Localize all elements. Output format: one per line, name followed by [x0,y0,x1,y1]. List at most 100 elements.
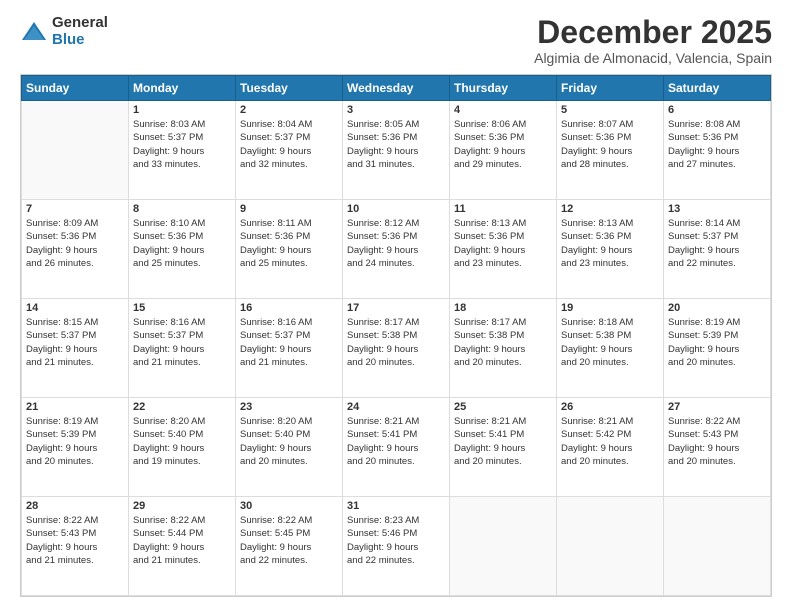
cell-info: Sunrise: 8:22 AM Sunset: 5:45 PM Dayligh… [240,514,338,567]
day-number: 18 [454,302,552,314]
calendar-cell: 5Sunrise: 8:07 AM Sunset: 5:36 PM Daylig… [557,101,664,200]
cell-info: Sunrise: 8:21 AM Sunset: 5:41 PM Dayligh… [347,415,445,468]
calendar-cell: 18 Sunrise: 8:17 AM Sunset: 5:38 PM Dayli… [450,299,557,398]
day-number: 11 [454,203,552,215]
calendar-cell: 27 Sunrise: 8:22 AM Sunset: 5:43 PM Dayli… [664,398,771,497]
calendar-cell: 25 Sunrise: 8:21 AM Sunset: 5:41 PM Dayli… [450,398,557,497]
calendar-header: SundayMondayTuesdayWednesdayThursdayFrid… [22,76,771,101]
cell-info: Sunrise: 8:04 AM Sunset: 5:37 PM Dayligh… [240,118,338,171]
day-header-friday: Friday [557,76,664,101]
calendar-cell: 16Sunrise: 8:16 AM Sunset: 5:37 PM Dayli… [236,299,343,398]
calendar-cell: 10Sunrise: 8:12 AM Sunset: 5:36 PM Dayli… [343,200,450,299]
cell-info: Sunrise: 8:06 AM Sunset: 5:36 PM Dayligh… [454,118,552,171]
calendar-cell: 3 Sunrise: 8:05 AM Sunset: 5:36 PM Daylig… [343,101,450,200]
day-number: 25 [454,401,552,413]
day-header-saturday: Saturday [664,76,771,101]
cell-info: Sunrise: 8:21 AM Sunset: 5:41 PM Dayligh… [454,415,552,468]
day-number: 12 [561,203,659,215]
calendar-cell: 15Sunrise: 8:16 AM Sunset: 5:37 PM Dayli… [129,299,236,398]
cell-info: Sunrise: 8:09 AM Sunset: 5:36 PM Dayligh… [26,217,124,270]
day-number: 21 [26,401,124,413]
calendar-cell: 9Sunrise: 8:11 AM Sunset: 5:36 PM Daylig… [236,200,343,299]
calendar-cell: 29Sunrise: 8:22 AM Sunset: 5:44 PM Dayli… [129,497,236,596]
day-number: 14 [26,302,124,314]
calendar-cell: 6Sunrise: 8:08 AM Sunset: 5:36 PM Daylig… [664,101,771,200]
calendar-cell: 8Sunrise: 8:10 AM Sunset: 5:36 PM Daylig… [129,200,236,299]
week-row-1: 7 Sunrise: 8:09 AM Sunset: 5:36 PM Daylig… [22,200,771,299]
cell-info: Sunrise: 8:13 AM Sunset: 5:36 PM Dayligh… [561,217,659,270]
cell-info: Sunrise: 8:19 AM Sunset: 5:39 PM Dayligh… [668,316,766,369]
day-number: 27 [668,401,766,413]
day-number: 19 [561,302,659,314]
cell-info: Sunrise: 8:20 AM Sunset: 5:40 PM Dayligh… [133,415,231,468]
week-row-3: 21 Sunrise: 8:19 AM Sunset: 5:39 PM Dayli… [22,398,771,497]
cell-info: Sunrise: 8:03 AM Sunset: 5:37 PM Dayligh… [133,118,231,171]
cell-info: Sunrise: 8:20 AM Sunset: 5:40 PM Dayligh… [240,415,338,468]
month-title: December 2025 [534,15,772,50]
calendar-cell [450,497,557,596]
cell-info: Sunrise: 8:17 AM Sunset: 5:38 PM Dayligh… [347,316,445,369]
day-number: 1 [133,104,231,116]
calendar-cell: 11Sunrise: 8:13 AM Sunset: 5:36 PM Dayli… [450,200,557,299]
calendar-cell: 30 Sunrise: 8:22 AM Sunset: 5:45 PM Dayli… [236,497,343,596]
day-number: 17 [347,302,445,314]
calendar-cell: 1 Sunrise: 8:03 AM Sunset: 5:37 PM Daylig… [129,101,236,200]
day-number: 13 [668,203,766,215]
calendar: SundayMondayTuesdayWednesdayThursdayFrid… [20,74,772,597]
day-number: 6 [668,104,766,116]
logo-text: General Blue [52,15,108,48]
header: General Blue December 2025 Algimia de Al… [20,15,772,66]
day-header-sunday: Sunday [22,76,129,101]
week-row-0: 1 Sunrise: 8:03 AM Sunset: 5:37 PM Daylig… [22,101,771,200]
cell-info: Sunrise: 8:17 AM Sunset: 5:38 PM Dayligh… [454,316,552,369]
cell-info: Sunrise: 8:18 AM Sunset: 5:38 PM Dayligh… [561,316,659,369]
day-number: 2 [240,104,338,116]
cell-info: Sunrise: 8:12 AM Sunset: 5:36 PM Dayligh… [347,217,445,270]
day-header-wednesday: Wednesday [343,76,450,101]
cell-info: Sunrise: 8:22 AM Sunset: 5:43 PM Dayligh… [668,415,766,468]
day-number: 24 [347,401,445,413]
calendar-cell: 22Sunrise: 8:20 AM Sunset: 5:40 PM Dayli… [129,398,236,497]
calendar-cell: 14 Sunrise: 8:15 AM Sunset: 5:37 PM Dayli… [22,299,129,398]
day-header-thursday: Thursday [450,76,557,101]
cell-info: Sunrise: 8:19 AM Sunset: 5:39 PM Dayligh… [26,415,124,468]
cell-info: Sunrise: 8:14 AM Sunset: 5:37 PM Dayligh… [668,217,766,270]
logo-blue-text: Blue [52,32,108,49]
cell-info: Sunrise: 8:23 AM Sunset: 5:46 PM Dayligh… [347,514,445,567]
calendar-cell [664,497,771,596]
page: General Blue December 2025 Algimia de Al… [0,0,792,612]
calendar-cell: 28 Sunrise: 8:22 AM Sunset: 5:43 PM Dayli… [22,497,129,596]
cell-info: Sunrise: 8:22 AM Sunset: 5:44 PM Dayligh… [133,514,231,567]
cell-info: Sunrise: 8:16 AM Sunset: 5:37 PM Dayligh… [133,316,231,369]
day-number: 30 [240,500,338,512]
week-row-4: 28 Sunrise: 8:22 AM Sunset: 5:43 PM Dayli… [22,497,771,596]
cell-info: Sunrise: 8:21 AM Sunset: 5:42 PM Dayligh… [561,415,659,468]
calendar-cell: 13 Sunrise: 8:14 AM Sunset: 5:37 PM Dayli… [664,200,771,299]
calendar-cell: 21 Sunrise: 8:19 AM Sunset: 5:39 PM Dayli… [22,398,129,497]
calendar-body: 1 Sunrise: 8:03 AM Sunset: 5:37 PM Daylig… [22,101,771,596]
day-number: 7 [26,203,124,215]
day-number: 8 [133,203,231,215]
day-number: 28 [26,500,124,512]
calendar-cell: 20 Sunrise: 8:19 AM Sunset: 5:39 PM Dayli… [664,299,771,398]
cell-info: Sunrise: 8:11 AM Sunset: 5:36 PM Dayligh… [240,217,338,270]
day-number: 20 [668,302,766,314]
day-number: 16 [240,302,338,314]
day-header-tuesday: Tuesday [236,76,343,101]
calendar-cell: 17 Sunrise: 8:17 AM Sunset: 5:38 PM Dayli… [343,299,450,398]
logo-general-text: General [52,15,108,32]
calendar-cell: 26Sunrise: 8:21 AM Sunset: 5:42 PM Dayli… [557,398,664,497]
day-number: 4 [454,104,552,116]
day-header-monday: Monday [129,76,236,101]
week-row-2: 14 Sunrise: 8:15 AM Sunset: 5:37 PM Dayli… [22,299,771,398]
cell-info: Sunrise: 8:05 AM Sunset: 5:36 PM Dayligh… [347,118,445,171]
calendar-cell: 31Sunrise: 8:23 AM Sunset: 5:46 PM Dayli… [343,497,450,596]
cell-info: Sunrise: 8:22 AM Sunset: 5:43 PM Dayligh… [26,514,124,567]
header-row: SundayMondayTuesdayWednesdayThursdayFrid… [22,76,771,101]
title-block: December 2025 Algimia de Almonacid, Vale… [534,15,772,66]
cell-info: Sunrise: 8:15 AM Sunset: 5:37 PM Dayligh… [26,316,124,369]
calendar-cell [22,101,129,200]
calendar-cell: 7 Sunrise: 8:09 AM Sunset: 5:36 PM Daylig… [22,200,129,299]
calendar-cell: 2 Sunrise: 8:04 AM Sunset: 5:37 PM Daylig… [236,101,343,200]
day-number: 3 [347,104,445,116]
